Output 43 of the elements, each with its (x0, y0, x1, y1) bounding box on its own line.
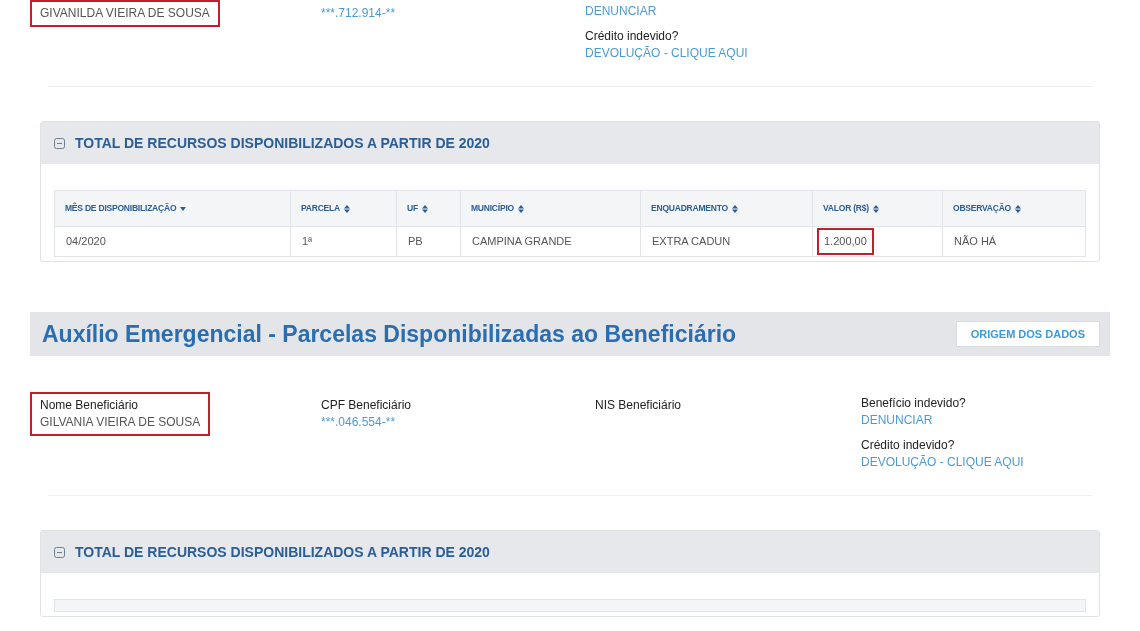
sort-icon[interactable] (872, 204, 879, 213)
sort-icon[interactable] (421, 204, 428, 213)
collapse-icon[interactable] (54, 137, 65, 149)
table-cell-text: 04/2020 (65, 234, 107, 250)
table-cell-text: NÃO HÁ (953, 234, 998, 250)
field-label: Benefício indevido? (861, 395, 967, 412)
column-header[interactable]: UF (396, 190, 461, 227)
action-link[interactable]: DEVOLUÇÃO - CLIQUE AQUI (861, 454, 1024, 471)
table-cell-text: CAMPINA GRANDE (471, 234, 573, 250)
field-link[interactable]: ***.712.914-** (321, 5, 396, 22)
sort-icon[interactable] (180, 206, 187, 211)
column-header[interactable]: MUNICÍPIO (460, 190, 641, 227)
table-cell-text: 1ª (301, 234, 314, 250)
panel-header[interactable]: TOTAL DE RECURSOS DISPONIBILIZADOS A PARTIR DE 2020 (41, 531, 1099, 573)
field-value: GILVANIA VIEIRA DE SOUSA (40, 414, 201, 431)
panel-title: TOTAL DE RECURSOS DISPONIBILIZADOS A PARTIR DE 2020 (75, 542, 490, 562)
field-label: Crédito indevido? (861, 437, 956, 454)
action-link[interactable]: DENUNCIAR (861, 412, 1024, 429)
table-cell-text: PB (407, 234, 424, 250)
field-label: CPF Beneficiário (321, 397, 412, 414)
data-source-button[interactable]: ORIGEM DOS DADOS (955, 321, 1100, 347)
field-label: Crédito indevido? (585, 28, 680, 45)
field-label: Nome Beneficiário (40, 397, 140, 414)
field-value: GIVANILDA VIEIRA DE SOUSA (40, 5, 210, 22)
table-cell: 1.200,00 (819, 230, 872, 253)
action-link[interactable]: DENUNCIAR (585, 3, 748, 20)
column-header[interactable]: VALOR (R$) (812, 190, 943, 227)
field-link[interactable]: ***.046.554-** (321, 414, 412, 431)
panel-title: TOTAL DE RECURSOS DISPONIBILIZADOS A PARTIR DE 2020 (75, 133, 490, 153)
column-header[interactable]: PARCELA (290, 190, 397, 227)
sort-icon[interactable] (731, 204, 738, 213)
column-header[interactable]: MÊS DE DISPONIBILIZAÇÃO (54, 190, 291, 227)
action-link[interactable]: DEVOLUÇÃO - CLIQUE AQUI (585, 45, 748, 62)
sort-icon[interactable] (343, 204, 350, 213)
panel-header[interactable]: TOTAL DE RECURSOS DISPONIBILIZADOS A PARTIR DE 2020 (41, 122, 1099, 164)
sort-icon[interactable] (1015, 204, 1021, 213)
field-label: NIS Beneficiário (595, 397, 682, 414)
collapse-icon[interactable] (54, 546, 65, 558)
page-title: Auxílio Emergencial - Parcelas Disponibilizadas ao Beneficiário (42, 319, 737, 349)
column-header[interactable]: ENQUADRAMENTO (640, 190, 813, 227)
column-header[interactable]: OBSERVAÇÃO (942, 190, 1086, 227)
sort-icon[interactable] (517, 204, 524, 213)
table-cell-text: EXTRA CADUN (651, 234, 732, 250)
